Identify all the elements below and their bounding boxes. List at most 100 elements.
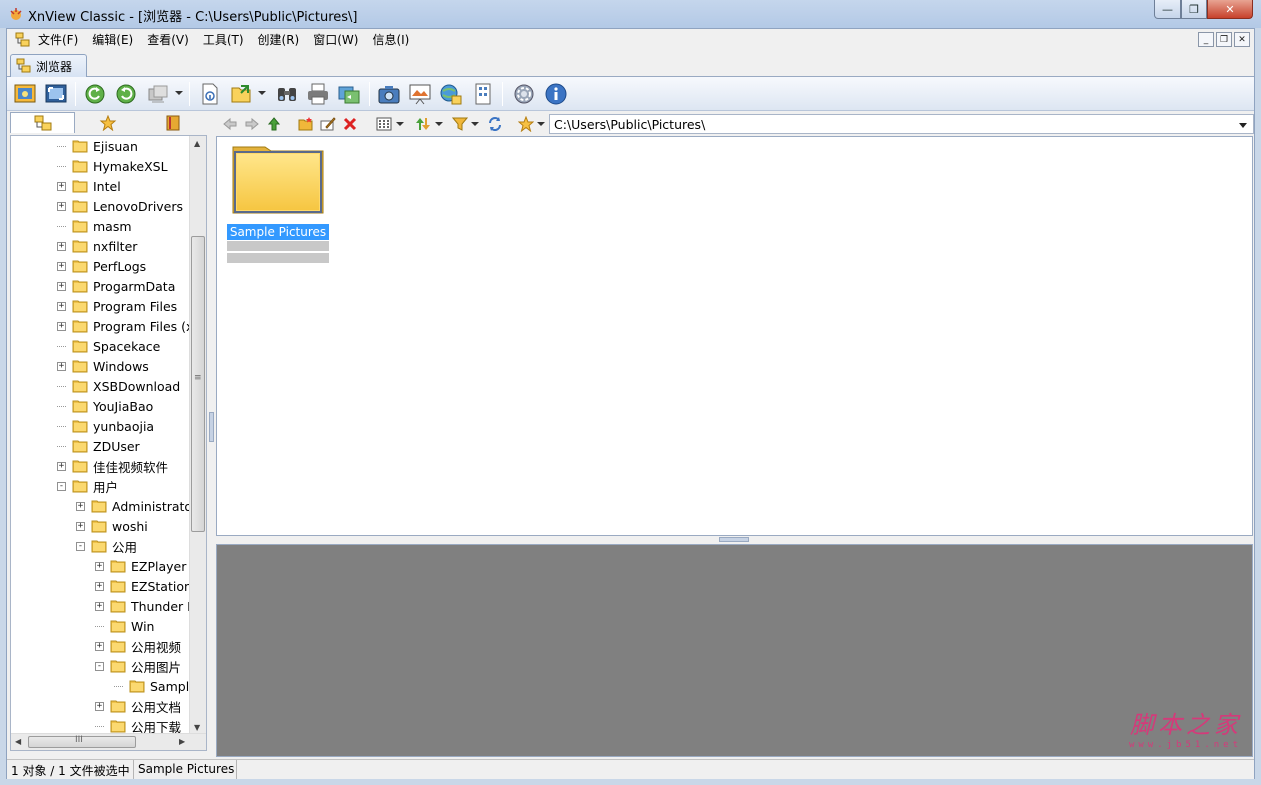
tree-item[interactable]: YouJiaBao	[57, 396, 153, 416]
favorites-dropdown-arrow[interactable]	[537, 122, 545, 126]
folders-tab[interactable]	[10, 112, 75, 133]
refresh-icon[interactable]	[487, 116, 503, 132]
view-mode-dropdown-arrow[interactable]	[396, 122, 404, 126]
mdi-minimize-button[interactable]: _	[1198, 32, 1214, 47]
expand-icon[interactable]: +	[57, 241, 66, 251]
sort-dropdown-arrow[interactable]	[435, 122, 443, 126]
convert-icon[interactable]	[146, 82, 170, 106]
expand-icon[interactable]: +	[95, 641, 104, 651]
favorites-star-icon[interactable]	[518, 116, 534, 132]
tree-vertical-scroll-thumb[interactable]: ≡	[191, 236, 205, 532]
file-list[interactable]: Sample Pictures	[216, 136, 1253, 536]
menu-item[interactable]: 窗口(W)	[313, 32, 365, 48]
capture-icon[interactable]	[377, 82, 401, 106]
tree-item[interactable]: + PerfLogs	[57, 256, 146, 276]
menu-item[interactable]: 创建(R)	[258, 32, 307, 48]
scroll-left-arrow-icon[interactable]: ◀	[15, 737, 21, 746]
web-page-icon[interactable]	[439, 82, 463, 106]
expand-icon[interactable]: +	[95, 561, 104, 571]
scroll-right-arrow-icon[interactable]: ▶	[179, 737, 185, 746]
tree-horizontal-scroll-thumb[interactable]: III	[28, 735, 136, 748]
expand-icon[interactable]: +	[57, 201, 66, 211]
batch-icon[interactable]	[337, 82, 361, 106]
vertical-splitter[interactable]	[208, 112, 215, 752]
expand-icon[interactable]: +	[57, 321, 66, 331]
expand-icon[interactable]: +	[76, 521, 85, 531]
tree-item[interactable]: + nxfilter	[57, 236, 137, 256]
horizontal-splitter[interactable]	[216, 536, 1253, 544]
find-icon[interactable]	[275, 82, 299, 106]
mdi-close-button[interactable]: ✕	[1234, 32, 1250, 47]
new-folder-icon[interactable]	[298, 116, 314, 132]
tree-item[interactable]: + Windows	[57, 356, 149, 376]
menu-item[interactable]: 文件(F)	[38, 32, 85, 48]
fullscreen-icon[interactable]	[44, 82, 68, 106]
expand-icon[interactable]: +	[95, 701, 104, 711]
minimize-button[interactable]: —	[1154, 0, 1181, 19]
tab-browser[interactable]: 浏览器	[10, 54, 87, 77]
convert-dropdown-arrow[interactable]	[175, 91, 183, 95]
open-with-dropdown-arrow[interactable]	[258, 91, 266, 95]
delete-icon[interactable]	[342, 116, 358, 132]
tree-item[interactable]: - 公用	[76, 536, 137, 556]
expand-icon[interactable]: +	[57, 461, 66, 471]
expand-icon[interactable]: +	[76, 501, 85, 511]
expand-icon[interactable]: +	[57, 361, 66, 371]
print-icon[interactable]	[306, 82, 330, 106]
tree-item[interactable]: - 用户	[57, 476, 118, 496]
splitter-grip[interactable]	[209, 412, 214, 442]
contact-sheet-icon[interactable]	[471, 82, 495, 106]
tree-item[interactable]: masm	[57, 216, 132, 236]
tree-vertical-scrollbar[interactable]: ▲ ≡ ▼	[189, 136, 206, 734]
tree-item[interactable]: + EZPlayer	[95, 556, 186, 576]
address-input[interactable]: C:\Users\Public\Pictures\	[549, 114, 1254, 134]
filter-dropdown-arrow[interactable]	[471, 122, 479, 126]
tree-item[interactable]: + LenovoDrivers	[57, 196, 183, 216]
tree-item[interactable]: XSBDownload	[57, 376, 180, 396]
tree-item[interactable]: + Intel	[57, 176, 121, 196]
tree-item[interactable]: + 公用视频	[95, 636, 181, 656]
tree-item[interactable]: + 佳佳视频软件	[57, 456, 168, 476]
tree-item[interactable]: ZDUser	[57, 436, 140, 456]
scroll-down-arrow-icon[interactable]: ▼	[194, 723, 200, 732]
expand-icon[interactable]: +	[95, 581, 104, 591]
tree-item[interactable]: Ejisuan	[57, 136, 138, 156]
splitter-grip[interactable]	[719, 537, 749, 542]
tree-item[interactable]: Win	[95, 616, 154, 636]
expand-icon[interactable]: +	[57, 181, 66, 191]
view-mode-icon[interactable]	[376, 116, 392, 132]
categories-tab[interactable]	[140, 112, 205, 133]
tree-item[interactable]: Spacekace	[57, 336, 160, 356]
tree-item[interactable]: + ProgarmData	[57, 276, 175, 296]
menu-item[interactable]: 编辑(E)	[92, 32, 140, 48]
close-button[interactable]: ✕	[1207, 0, 1253, 19]
menu-item[interactable]: 查看(V)	[147, 32, 196, 48]
tree-item[interactable]: + EZStation	[95, 576, 192, 596]
collapse-icon[interactable]: -	[76, 541, 85, 551]
expand-icon[interactable]: +	[57, 281, 66, 291]
forward-arrow-icon[interactable]	[244, 116, 260, 132]
xnview-app-icon[interactable]	[8, 6, 24, 22]
address-dropdown-arrow[interactable]	[1239, 123, 1247, 128]
tree-item[interactable]: - 公用图片	[95, 656, 181, 676]
parent-folder-icon[interactable]	[266, 116, 282, 132]
settings-icon[interactable]	[512, 82, 536, 106]
tree-item[interactable]: + Program Files	[57, 296, 177, 316]
favorites-tab[interactable]	[75, 112, 140, 133]
back-arrow-icon[interactable]	[222, 116, 238, 132]
open-with-icon[interactable]	[229, 82, 253, 106]
menu-item[interactable]: 信息(I)	[372, 32, 416, 48]
expand-icon[interactable]: +	[57, 301, 66, 311]
tree-item[interactable]: + Program Files (x86)	[57, 316, 206, 336]
slideshow-icon[interactable]	[408, 82, 432, 106]
rotate-right-icon[interactable]	[114, 82, 138, 106]
about-icon[interactable]	[544, 82, 568, 106]
collapse-icon[interactable]: -	[57, 481, 66, 491]
sort-icon[interactable]	[415, 116, 431, 132]
tree-item[interactable]: HymakeXSL	[57, 156, 168, 176]
rename-icon[interactable]	[320, 116, 336, 132]
expand-icon[interactable]: +	[57, 261, 66, 271]
filter-icon[interactable]	[452, 116, 468, 132]
tree-item[interactable]: yunbaojia	[57, 416, 154, 436]
menu-item[interactable]: 工具(T)	[203, 32, 251, 48]
